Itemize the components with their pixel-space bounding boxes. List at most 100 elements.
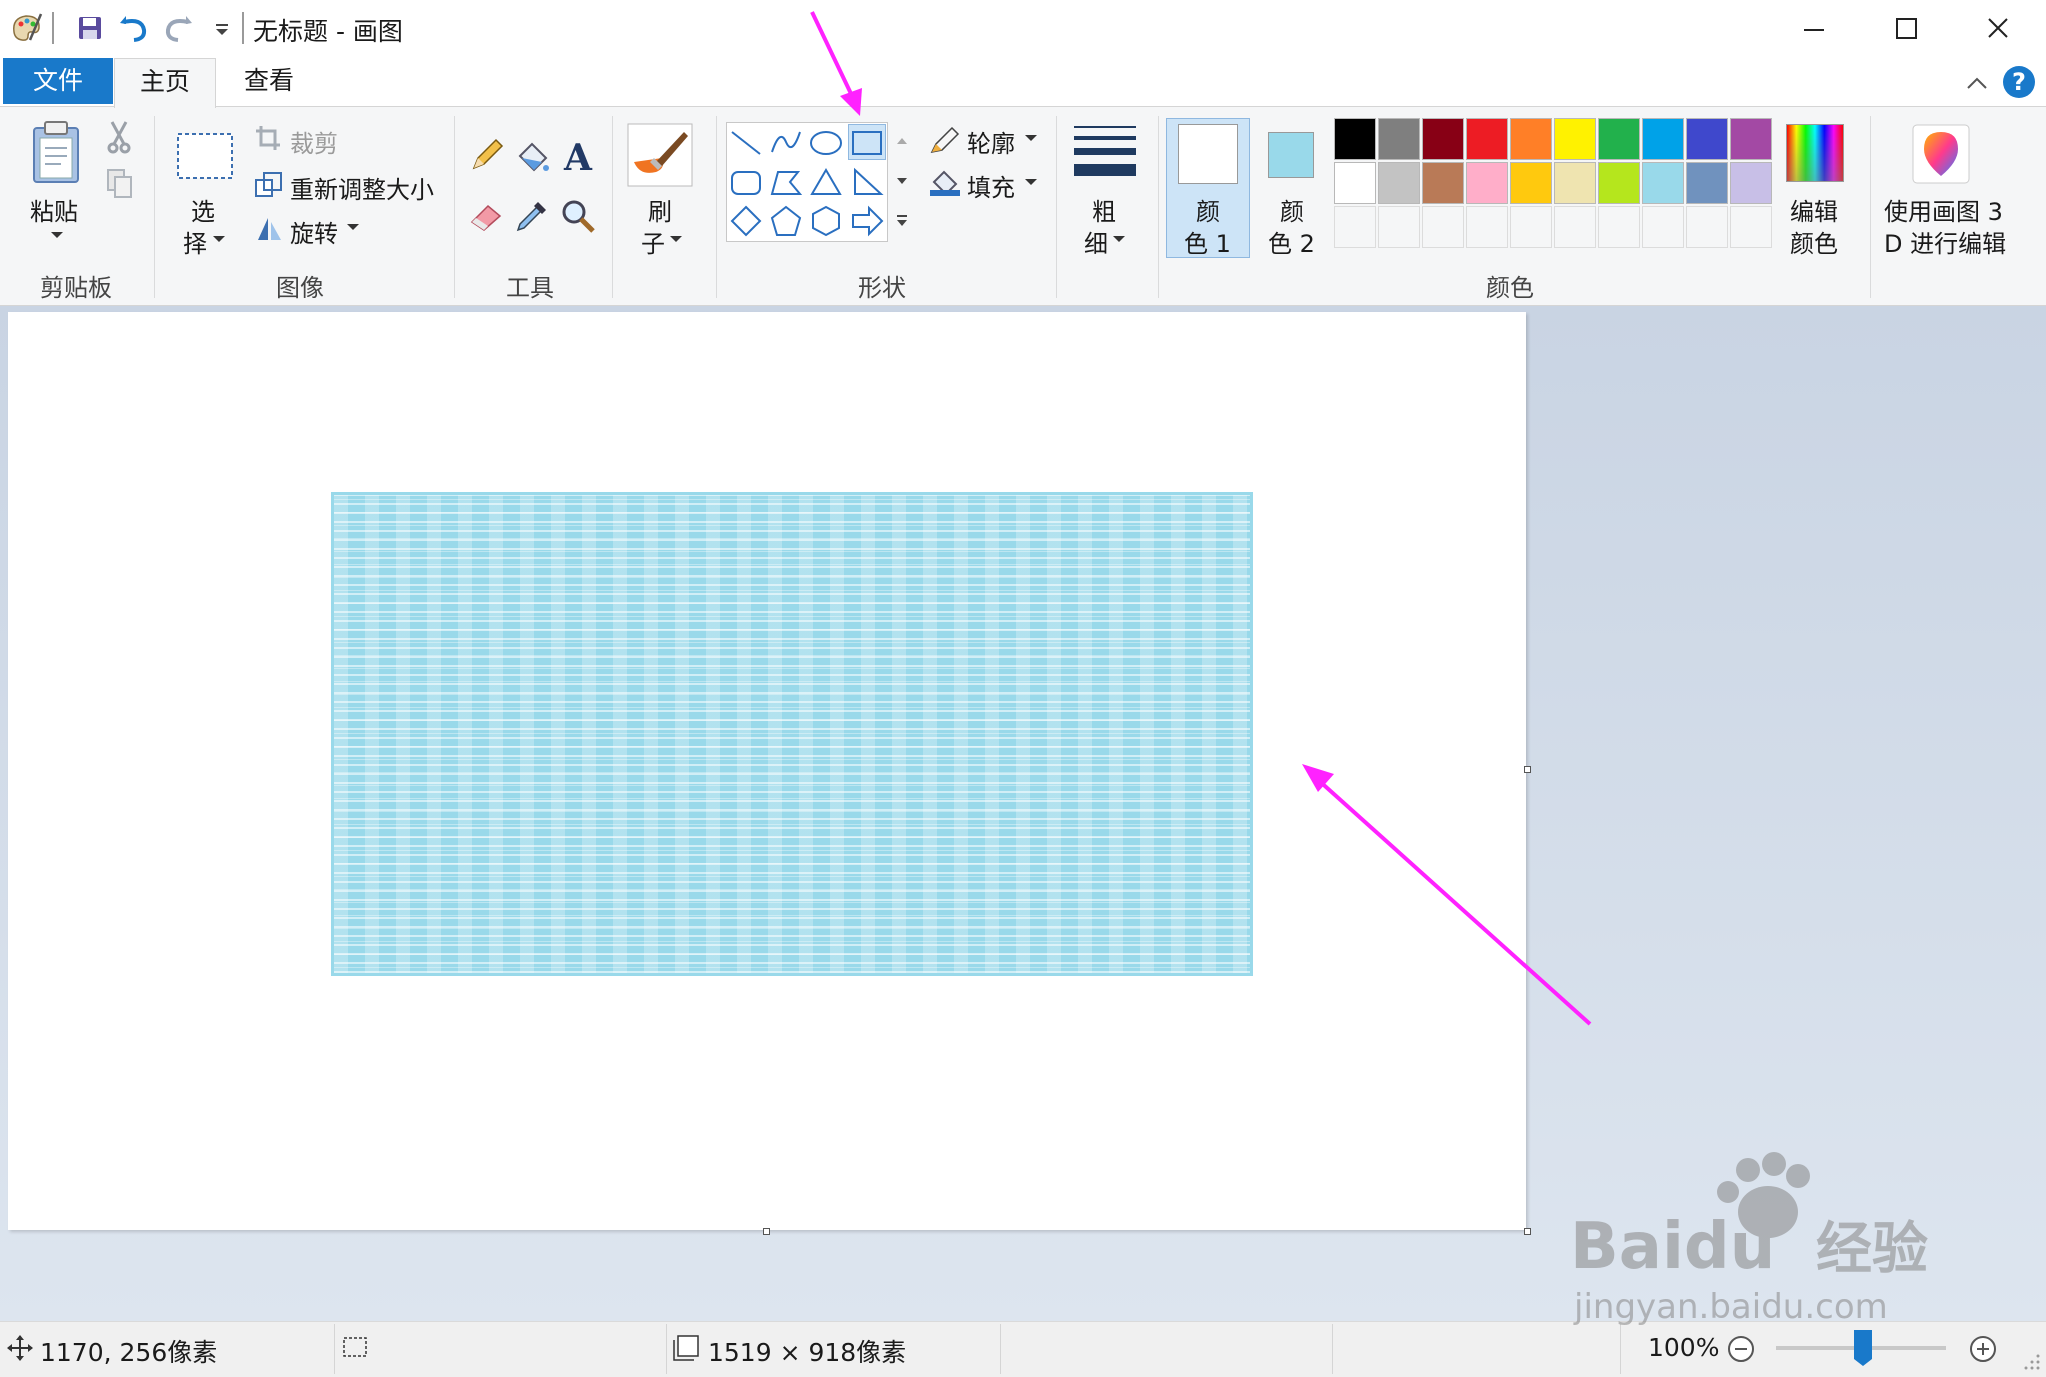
palette-custom-slot[interactable] bbox=[1642, 206, 1684, 248]
palette-custom-slot[interactable] bbox=[1730, 206, 1772, 248]
paint3d-label-top[interactable]: 使用画图 3 bbox=[1884, 192, 2003, 227]
outline-dropdown-icon[interactable] bbox=[1024, 133, 1038, 143]
brushes-icon[interactable] bbox=[626, 122, 694, 188]
shape-rectangle-icon[interactable] bbox=[849, 126, 885, 160]
paint3d-label-bottom[interactable]: D 进行编辑 bbox=[1884, 224, 2006, 259]
select-icon[interactable] bbox=[176, 132, 234, 180]
tab-home[interactable]: 主页 bbox=[114, 58, 216, 108]
canvas-resize-handle-bottom[interactable] bbox=[763, 1228, 770, 1235]
save-icon[interactable] bbox=[72, 10, 108, 46]
select-dropdown-icon[interactable] bbox=[212, 234, 226, 244]
resize-label[interactable]: 重新调整大小 bbox=[290, 170, 434, 205]
palette-color-swatch[interactable] bbox=[1466, 162, 1508, 204]
palette-custom-slot[interactable] bbox=[1510, 206, 1552, 248]
resize-grip-icon[interactable] bbox=[2020, 1350, 2042, 1372]
crop-icon[interactable] bbox=[254, 124, 282, 152]
outline-label[interactable]: 轮廓 bbox=[967, 124, 1015, 159]
shape-oval-icon[interactable] bbox=[808, 126, 844, 160]
rotate-dropdown-icon[interactable] bbox=[346, 222, 360, 232]
color2-swatch[interactable] bbox=[1268, 132, 1314, 178]
palette-color-swatch[interactable] bbox=[1686, 162, 1728, 204]
tab-view[interactable]: 查看 bbox=[228, 58, 310, 104]
color-picker-icon[interactable] bbox=[512, 196, 552, 236]
fill-icon[interactable] bbox=[928, 166, 962, 198]
shape-diamond-icon[interactable] bbox=[728, 204, 764, 238]
palette-custom-slot[interactable] bbox=[1422, 206, 1464, 248]
zoom-in-icon[interactable] bbox=[1968, 1334, 1998, 1364]
palette-color-swatch[interactable] bbox=[1422, 162, 1464, 204]
size-dropdown-icon[interactable] bbox=[1112, 234, 1126, 244]
edit-colors-icon[interactable] bbox=[1786, 124, 1844, 182]
palette-color-swatch[interactable] bbox=[1334, 118, 1376, 160]
zoom-slider-thumb[interactable] bbox=[1853, 1329, 1873, 1367]
cut-icon[interactable] bbox=[104, 120, 134, 154]
palette-color-swatch[interactable] bbox=[1510, 162, 1552, 204]
palette-color-swatch[interactable] bbox=[1378, 162, 1420, 204]
shape-triangle-icon[interactable] bbox=[808, 166, 844, 200]
paste-button[interactable] bbox=[30, 120, 82, 184]
shape-line-icon[interactable] bbox=[728, 126, 764, 160]
shape-right-arrow-icon[interactable] bbox=[849, 204, 885, 238]
shape-pentagon-icon[interactable] bbox=[768, 204, 804, 238]
minimize-icon[interactable] bbox=[1768, 0, 1860, 56]
palette-color-swatch[interactable] bbox=[1466, 118, 1508, 160]
outline-icon[interactable] bbox=[928, 124, 962, 156]
zoom-out-icon[interactable] bbox=[1726, 1334, 1756, 1364]
shapes-scroll-up-icon[interactable] bbox=[894, 128, 910, 154]
palette-color-swatch[interactable] bbox=[1642, 118, 1684, 160]
brushes-dropdown-icon[interactable] bbox=[669, 234, 683, 244]
palette-color-swatch[interactable] bbox=[1730, 162, 1772, 204]
palette-color-swatch[interactable] bbox=[1598, 118, 1640, 160]
rotate-label[interactable]: 旋转 bbox=[290, 214, 338, 249]
close-icon[interactable] bbox=[1952, 0, 2044, 56]
shapes-expand-icon[interactable] bbox=[894, 208, 910, 234]
fill-dropdown-icon[interactable] bbox=[1024, 177, 1038, 187]
palette-color-swatch[interactable] bbox=[1642, 162, 1684, 204]
paint-app-icon[interactable] bbox=[8, 10, 44, 46]
palette-custom-slot[interactable] bbox=[1466, 206, 1508, 248]
palette-custom-slot[interactable] bbox=[1686, 206, 1728, 248]
collapse-ribbon-icon[interactable] bbox=[1960, 66, 1994, 100]
help-icon[interactable]: ? bbox=[2003, 66, 2035, 98]
canvas-resize-handle-right[interactable] bbox=[1524, 766, 1531, 773]
size-icon[interactable] bbox=[1072, 122, 1138, 184]
palette-color-swatch[interactable] bbox=[1554, 162, 1596, 204]
palette-custom-slot[interactable] bbox=[1334, 206, 1376, 248]
palette-color-swatch[interactable] bbox=[1510, 118, 1552, 160]
shape-rounded-rectangle-icon[interactable] bbox=[728, 166, 764, 200]
palette-color-swatch[interactable] bbox=[1598, 162, 1640, 204]
customize-dropdown-icon[interactable] bbox=[204, 10, 240, 46]
undo-icon[interactable] bbox=[116, 10, 152, 46]
rotate-icon[interactable] bbox=[254, 214, 284, 244]
palette-custom-slot[interactable] bbox=[1378, 206, 1420, 248]
palette-color-swatch[interactable] bbox=[1334, 162, 1376, 204]
paste-dropdown-icon[interactable] bbox=[50, 230, 64, 240]
palette-color-swatch[interactable] bbox=[1422, 118, 1464, 160]
edit-colors-label-bottom[interactable]: 颜色 bbox=[1790, 224, 1838, 259]
copy-icon[interactable] bbox=[104, 166, 134, 200]
shape-hexagon-icon[interactable] bbox=[808, 204, 844, 238]
shapes-scroll-down-icon[interactable] bbox=[894, 168, 910, 194]
eraser-icon[interactable] bbox=[466, 196, 506, 236]
shape-right-triangle-icon[interactable] bbox=[849, 166, 885, 200]
palette-color-swatch[interactable] bbox=[1686, 118, 1728, 160]
palette-color-swatch[interactable] bbox=[1378, 118, 1420, 160]
fill-bucket-icon[interactable] bbox=[512, 136, 552, 176]
redo-icon[interactable] bbox=[160, 10, 196, 46]
shape-polygon-icon[interactable] bbox=[768, 166, 804, 200]
palette-color-swatch[interactable] bbox=[1730, 118, 1772, 160]
maximize-icon[interactable] bbox=[1860, 0, 1952, 56]
resize-icon[interactable] bbox=[254, 170, 284, 200]
paint3d-icon[interactable] bbox=[1912, 124, 1970, 184]
shape-curve-icon[interactable] bbox=[768, 126, 804, 160]
tab-file[interactable]: 文件 bbox=[3, 58, 113, 104]
palette-custom-slot[interactable] bbox=[1598, 206, 1640, 248]
fill-label[interactable]: 填充 bbox=[967, 168, 1015, 203]
palette-color-swatch[interactable] bbox=[1554, 118, 1596, 160]
canvas-resize-handle-corner[interactable] bbox=[1524, 1228, 1531, 1235]
palette-custom-slot[interactable] bbox=[1554, 206, 1596, 248]
magnifier-icon[interactable] bbox=[558, 196, 598, 236]
pencil-icon[interactable] bbox=[466, 136, 506, 176]
edit-colors-label-top[interactable]: 编辑 bbox=[1790, 192, 1838, 227]
text-icon[interactable]: A bbox=[558, 136, 598, 176]
